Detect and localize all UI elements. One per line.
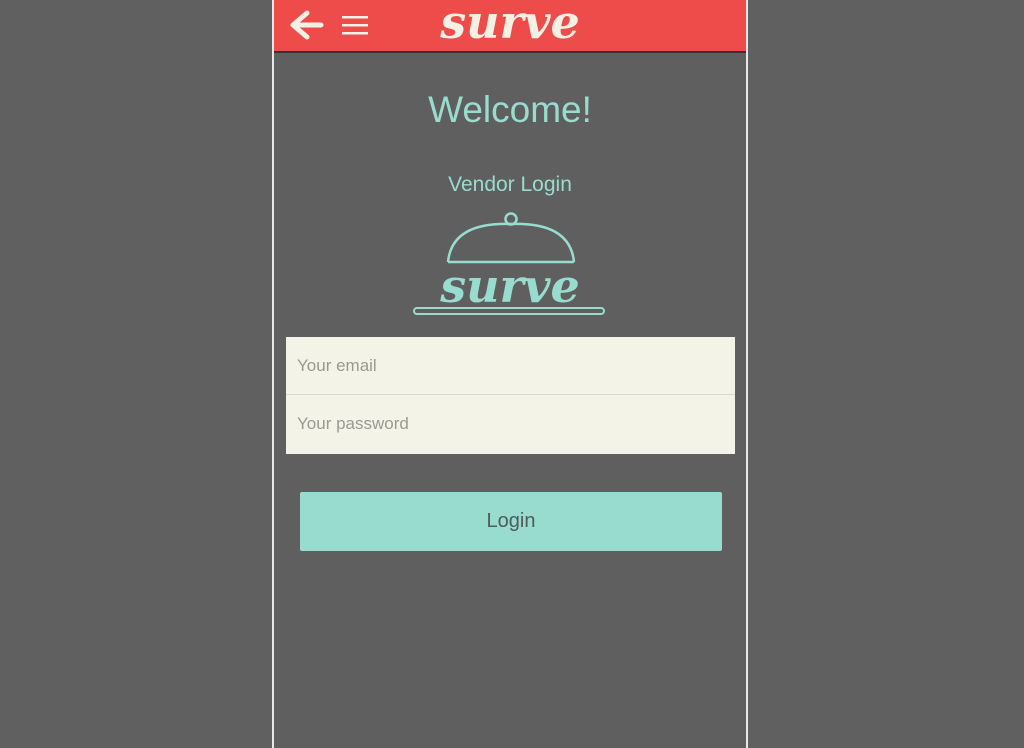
back-button[interactable] (290, 10, 326, 40)
login-button[interactable]: Login (300, 492, 722, 551)
password-field[interactable] (286, 395, 735, 453)
app-frame: surve Welcome! Vendor Login surve Login (272, 0, 748, 748)
brand-logo: surve (439, 0, 580, 49)
surve-cloche-logo: surve (413, 212, 605, 315)
svg-text:surve: surve (439, 259, 580, 313)
hamburger-menu-icon (342, 16, 368, 35)
vendor-login-subtitle: Vendor Login (448, 173, 572, 196)
email-field[interactable] (286, 337, 735, 395)
login-form (286, 337, 735, 454)
menu-button[interactable] (340, 12, 370, 38)
top-bar: surve (274, 0, 746, 53)
svg-text:surve: surve (439, 0, 580, 49)
serving-cloche-icon (446, 212, 576, 264)
welcome-heading: Welcome! (428, 89, 592, 130)
back-arrow-icon (290, 10, 324, 40)
